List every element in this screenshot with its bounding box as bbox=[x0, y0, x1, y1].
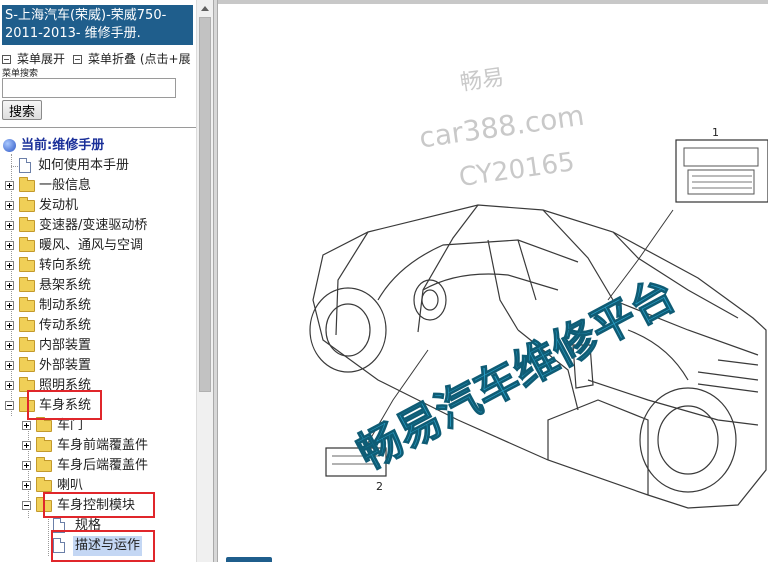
expand-plus-icon[interactable] bbox=[22, 481, 31, 490]
scroll-up-arrow-icon[interactable] bbox=[197, 0, 213, 17]
callout-1: 1 bbox=[712, 126, 719, 139]
expand-plus-icon[interactable] bbox=[5, 241, 14, 250]
menu-collapse-link[interactable]: 菜单折叠 (点击+展 bbox=[88, 52, 191, 66]
manual-title: S-上海汽车(荣威)-荣威750-2011-2013- 维修手册. bbox=[2, 5, 193, 45]
expand-plus-icon[interactable] bbox=[5, 361, 14, 370]
overlay-watermark: 畅易汽车维修平台 bbox=[349, 269, 684, 479]
expand-plus-icon[interactable] bbox=[5, 201, 14, 210]
folder-icon bbox=[19, 357, 35, 372]
folder-icon bbox=[19, 317, 35, 332]
expand-plus-icon[interactable] bbox=[22, 461, 31, 470]
folder-icon bbox=[19, 277, 35, 292]
collapse-minus-icon[interactable] bbox=[22, 501, 31, 510]
watermark-line-2: car388.com bbox=[417, 99, 586, 155]
folder-icon bbox=[19, 177, 35, 192]
folder-icon bbox=[19, 257, 35, 272]
expand-plus-icon[interactable] bbox=[5, 301, 14, 310]
collapse-square-icon bbox=[73, 55, 83, 64]
tree-current-label: 当前:维修手册 bbox=[21, 138, 105, 153]
menu-toggle-row: 菜单展开 菜单折叠 (点击+展 bbox=[2, 50, 195, 67]
expand-plus-icon[interactable] bbox=[5, 221, 14, 230]
collapse-minus-icon[interactable] bbox=[5, 401, 14, 410]
divider bbox=[0, 127, 196, 128]
content-panel: 畅易 car388.com CY20165 1 2 畅易汽车维修平台 bbox=[218, 0, 768, 562]
watermark-line-3: CY20165 bbox=[457, 147, 576, 193]
folder-icon bbox=[19, 217, 35, 232]
document-icon bbox=[19, 158, 31, 173]
expand-plus-icon[interactable] bbox=[5, 261, 14, 270]
callout-2: 2 bbox=[376, 480, 383, 493]
globe-icon bbox=[3, 139, 16, 152]
menu-expand-link[interactable]: 菜单展开 bbox=[17, 52, 65, 66]
expand-plus-icon[interactable] bbox=[5, 341, 14, 350]
search-button[interactable]: 搜索 bbox=[2, 100, 42, 120]
expand-plus-icon[interactable] bbox=[5, 381, 14, 390]
folder-icon bbox=[19, 337, 35, 352]
navigation-panel: S-上海汽车(荣威)-荣威750-2011-2013- 维修手册. 菜单展开 菜单… bbox=[0, 0, 213, 562]
tree-scrollbar[interactable] bbox=[196, 0, 213, 562]
expand-plus-icon[interactable] bbox=[22, 421, 31, 430]
folder-icon bbox=[36, 437, 52, 452]
search-input[interactable] bbox=[2, 78, 176, 98]
expand-square-icon bbox=[2, 55, 11, 64]
expand-plus-icon[interactable] bbox=[5, 321, 14, 330]
highlight-box bbox=[27, 390, 102, 420]
bottom-tab[interactable] bbox=[226, 557, 272, 562]
scroll-thumb[interactable] bbox=[199, 17, 211, 392]
folder-icon bbox=[36, 457, 52, 472]
folder-icon bbox=[19, 237, 35, 252]
module-1-detail bbox=[675, 139, 768, 203]
folder-icon bbox=[36, 477, 52, 492]
folder-icon bbox=[19, 297, 35, 312]
app-window: S-上海汽车(荣威)-荣威750-2011-2013- 维修手册. 菜单展开 菜单… bbox=[0, 0, 768, 562]
expand-plus-icon[interactable] bbox=[5, 181, 14, 190]
highlight-box bbox=[43, 492, 155, 518]
folder-icon bbox=[19, 197, 35, 212]
highlight-box bbox=[51, 530, 155, 562]
expand-plus-icon[interactable] bbox=[22, 441, 31, 450]
folder-icon bbox=[36, 417, 52, 432]
watermark-line-1: 畅易 bbox=[459, 65, 506, 96]
expand-plus-icon[interactable] bbox=[5, 281, 14, 290]
car-bcm-location-diagram: 畅易 car388.com CY20165 1 2 畅易汽车维修平台 bbox=[309, 65, 768, 509]
